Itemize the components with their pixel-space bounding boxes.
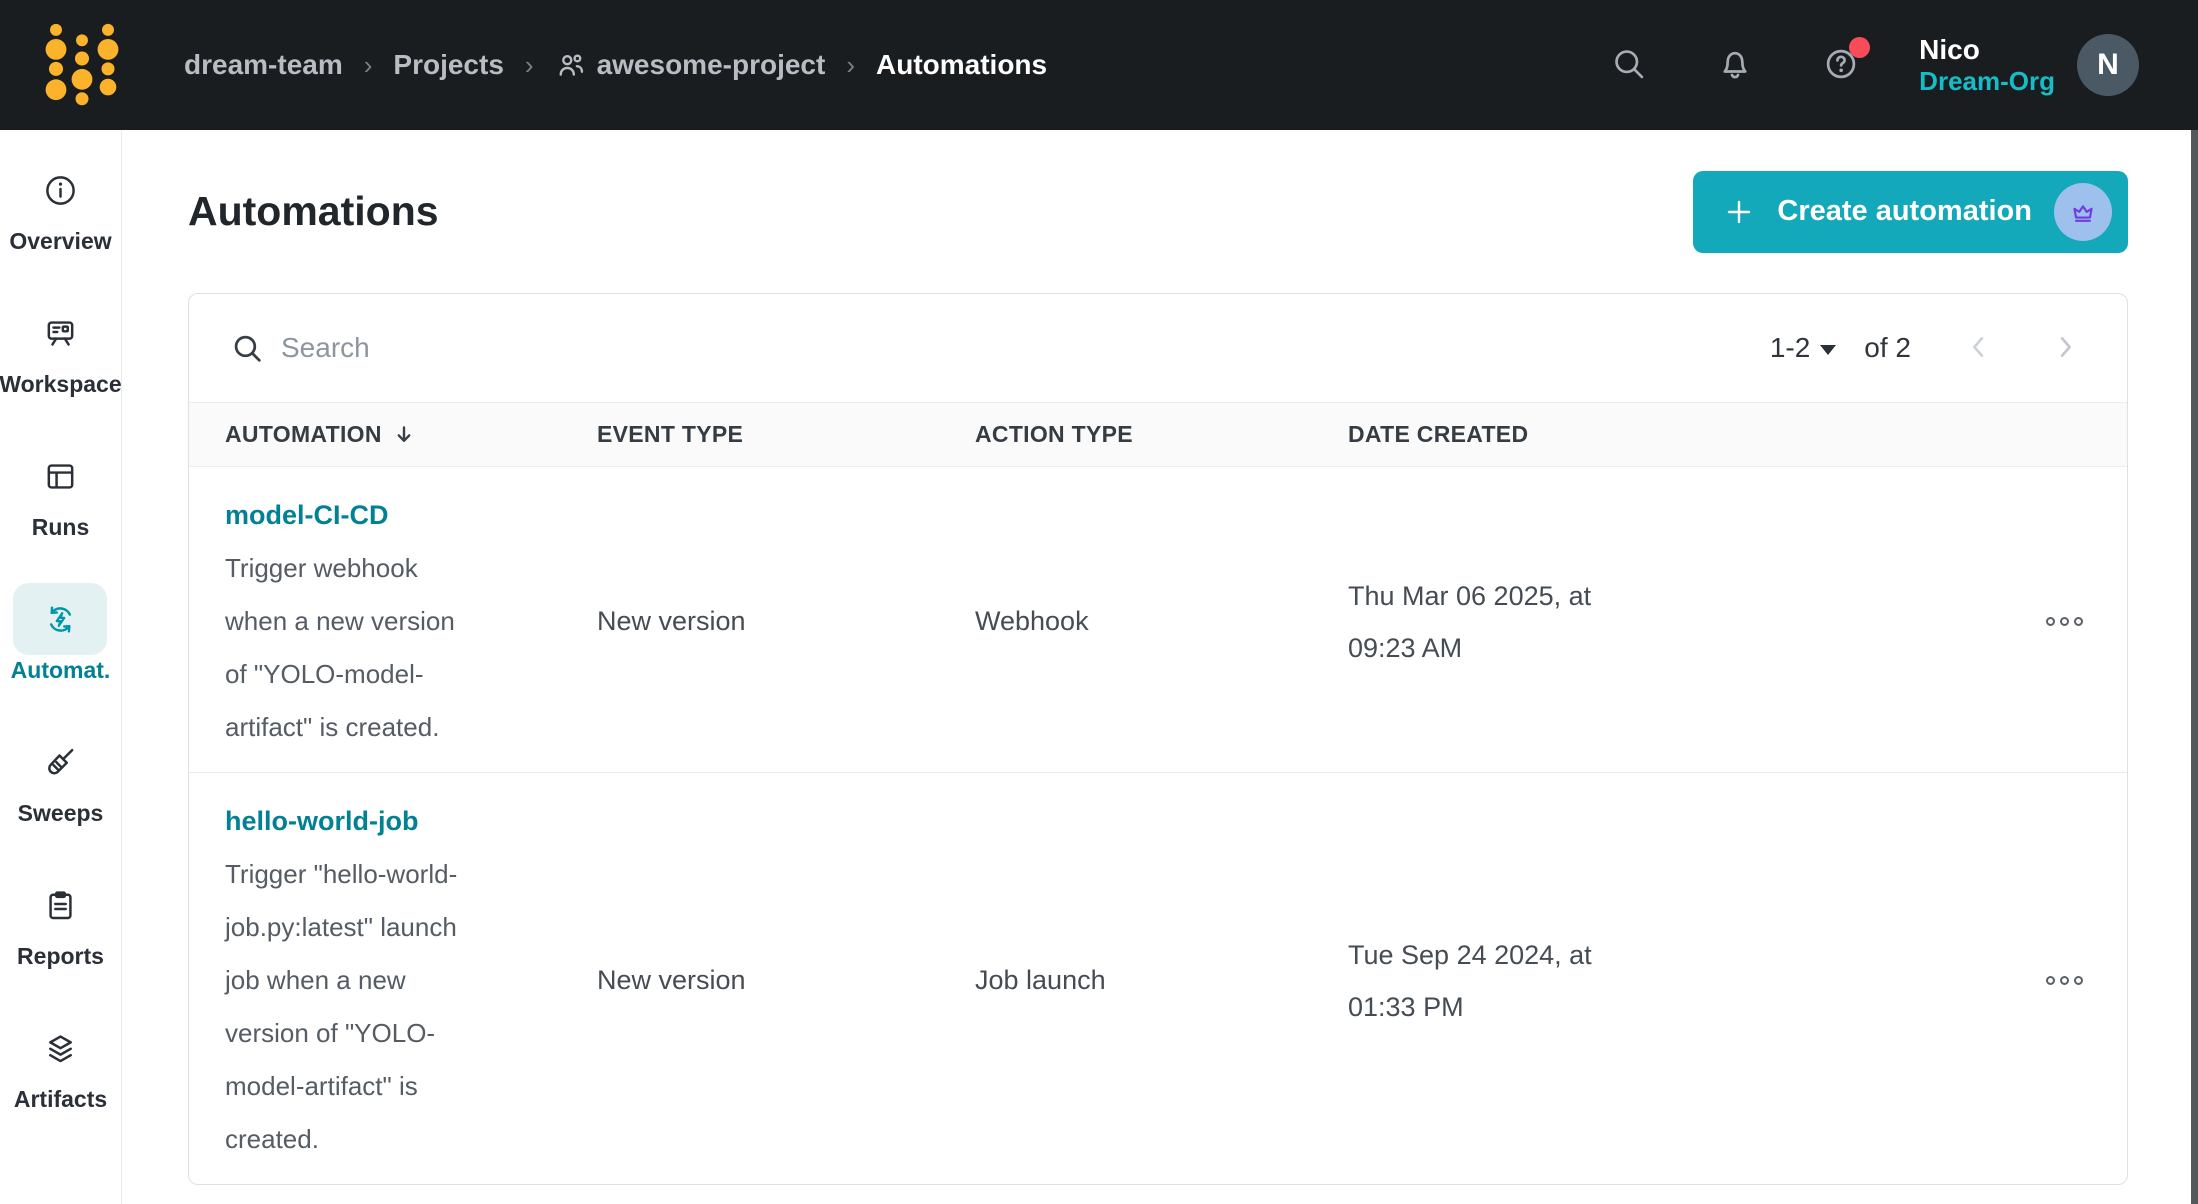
automations-icon (13, 583, 107, 655)
breadcrumb: dream-team › Projects › awesome-project … (184, 49, 1047, 81)
action-type-cell: Webhook (975, 606, 1348, 637)
sidebar-item-label: Runs (32, 514, 90, 541)
table-row: model-CI-CD Trigger webhook when a new v… (189, 467, 2127, 772)
table-toolbar: 1-2 of 2 (189, 294, 2127, 402)
column-header-automation[interactable]: AUTOMATION (189, 421, 597, 448)
user-block: Nico Dream-Org (1919, 33, 2055, 98)
topbar: dream-team › Projects › awesome-project … (0, 0, 2198, 130)
table-row: hello-world-job Trigger "hello-world- jo… (189, 772, 2127, 1184)
row-menu-ellipsis-icon[interactable] (2001, 976, 2127, 985)
broom-icon (14, 726, 108, 798)
sidebar: Overview Workspace Runs (0, 130, 122, 1204)
automation-name-link[interactable]: model-CI-CD (225, 489, 597, 542)
sidebar-item-label: Reports (17, 943, 104, 970)
column-header-date-created: DATE CREATED (1348, 421, 2001, 448)
clipboard-icon (14, 869, 108, 941)
create-automation-label: Create automation (1777, 195, 2032, 228)
notification-dot (1849, 37, 1870, 58)
chevron-left-icon (1964, 332, 1994, 362)
breadcrumb-project-label: awesome-project (597, 49, 826, 81)
column-header-event-type: EVENT TYPE (597, 421, 975, 448)
help-button[interactable] (1821, 45, 1861, 85)
topbar-actions: Nico Dream-Org N (1543, 33, 2139, 98)
sidebar-item-sweeps[interactable]: Sweeps (14, 726, 108, 827)
page-range-label: 1-2 (1770, 332, 1810, 364)
page-total-label: of 2 (1864, 332, 1911, 364)
pagination: 1-2 of 2 (1770, 330, 2083, 366)
automation-description: Trigger webhook when a new version of "Y… (225, 542, 597, 754)
breadcrumb-project[interactable]: awesome-project (555, 49, 826, 81)
sidebar-item-label: Sweeps (18, 800, 104, 827)
breadcrumb-team[interactable]: dream-team (184, 49, 343, 81)
avatar[interactable]: N (2077, 34, 2139, 96)
column-header-action-type: ACTION TYPE (975, 421, 1348, 448)
date-created-cell: Thu Mar 06 2025, at 09:23 AM (1348, 570, 2001, 674)
table-header-row: AUTOMATION EVENT TYPE ACTION TYPE DATE C… (189, 402, 2127, 467)
search-icon (231, 332, 264, 365)
sidebar-item-overview[interactable]: Overview (9, 154, 111, 255)
sidebar-item-automations[interactable]: Automat. (11, 583, 111, 684)
action-type-cell: Job launch (975, 965, 1348, 996)
event-type-cell: New version (597, 606, 975, 637)
date-created-cell: Tue Sep 24 2024, at 01:33 PM (1348, 929, 2001, 1033)
sidebar-item-label: Artifacts (14, 1086, 107, 1113)
page-range-dropdown[interactable]: 1-2 (1770, 332, 1836, 364)
runs-table-icon (14, 440, 108, 512)
previous-page-button[interactable] (1961, 330, 1997, 366)
notifications-button[interactable] (1715, 45, 1755, 85)
search-icon (1611, 46, 1647, 82)
sidebar-item-reports[interactable]: Reports (14, 869, 108, 970)
automation-name-link[interactable]: hello-world-job (225, 795, 597, 848)
scrollbar[interactable] (2191, 130, 2198, 1204)
column-header-label: AUTOMATION (225, 421, 382, 448)
user-name: Nico (1919, 33, 1980, 67)
search-button[interactable] (1609, 45, 1649, 85)
bell-icon (1717, 46, 1753, 82)
sidebar-item-artifacts[interactable]: Artifacts (14, 1012, 108, 1113)
breadcrumb-separator: › (525, 50, 534, 81)
team-icon (555, 49, 587, 81)
automation-description: Trigger "hello-world- job.py:latest" lau… (225, 848, 597, 1166)
plus-icon (1723, 196, 1755, 228)
chevron-right-icon (2050, 332, 2080, 362)
sidebar-item-workspace[interactable]: Workspace (0, 297, 122, 398)
wandb-logo-icon[interactable] (42, 13, 122, 117)
info-icon (13, 154, 107, 226)
search-input[interactable] (281, 332, 1770, 364)
user-org-link[interactable]: Dream-Org (1919, 66, 2055, 97)
next-page-button[interactable] (2047, 330, 2083, 366)
breadcrumb-projects[interactable]: Projects (393, 49, 504, 81)
layers-icon (14, 1012, 108, 1084)
workspace-icon (14, 297, 108, 369)
breadcrumb-separator: › (846, 50, 855, 81)
automations-card: 1-2 of 2 AUTOMAT (188, 293, 2128, 1185)
row-menu-ellipsis-icon[interactable] (2001, 617, 2127, 626)
chevron-down-icon (1820, 345, 1836, 355)
breadcrumb-separator: › (364, 50, 373, 81)
main-content: Automations Create automation (122, 130, 2198, 1204)
sidebar-item-label: Overview (9, 228, 111, 255)
premium-badge (2054, 183, 2112, 241)
breadcrumb-current-page: Automations (876, 49, 1047, 81)
sidebar-item-label: Workspace (0, 371, 122, 398)
page-title: Automations (188, 188, 439, 235)
sidebar-item-label: Automat. (11, 657, 111, 684)
create-automation-button[interactable]: Create automation (1693, 171, 2128, 253)
sort-descending-icon (392, 423, 416, 447)
crown-icon (2067, 196, 2099, 228)
event-type-cell: New version (597, 965, 975, 996)
sidebar-item-runs[interactable]: Runs (14, 440, 108, 541)
